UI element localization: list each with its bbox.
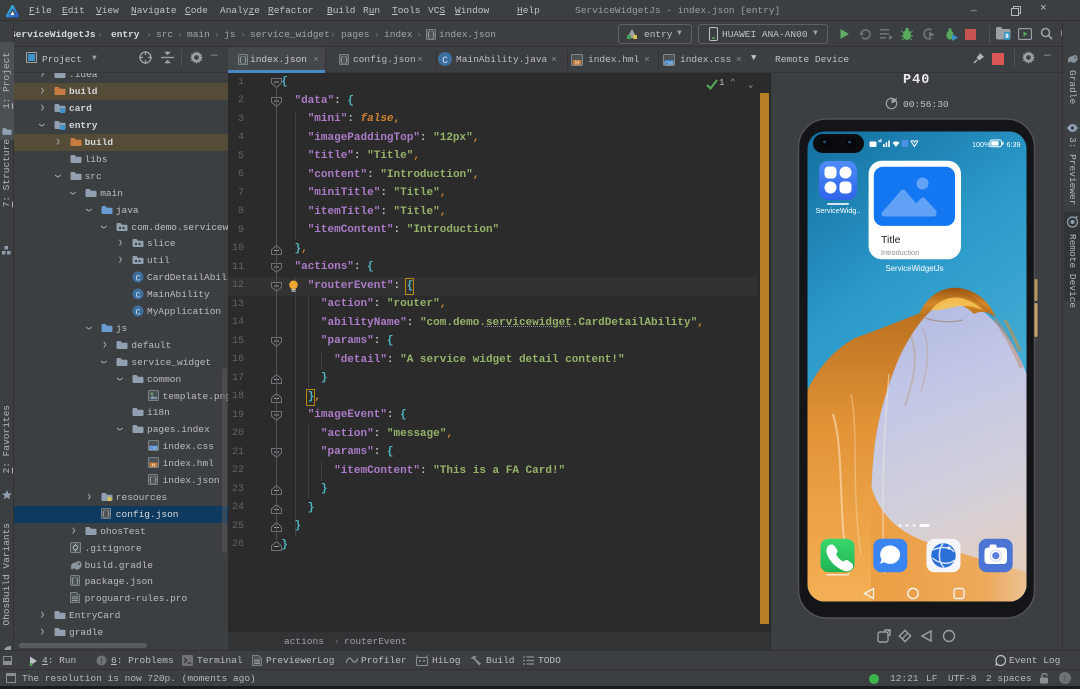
svg-text:6:39: 6:39 (1007, 140, 1021, 149)
svg-text:C: C (442, 55, 448, 66)
svg-text:ServiceWidg..: ServiceWidg.. (815, 206, 860, 215)
svg-text:100%: 100% (972, 140, 991, 149)
svg-text:Title: Title (881, 234, 901, 246)
svg-text:ServiceWidgetJs: ServiceWidgetJs (885, 264, 943, 273)
svg-text:!: ! (99, 658, 104, 667)
svg-text:Introduction: Introduction (881, 248, 919, 257)
svg-text:!: ! (1063, 675, 1068, 684)
